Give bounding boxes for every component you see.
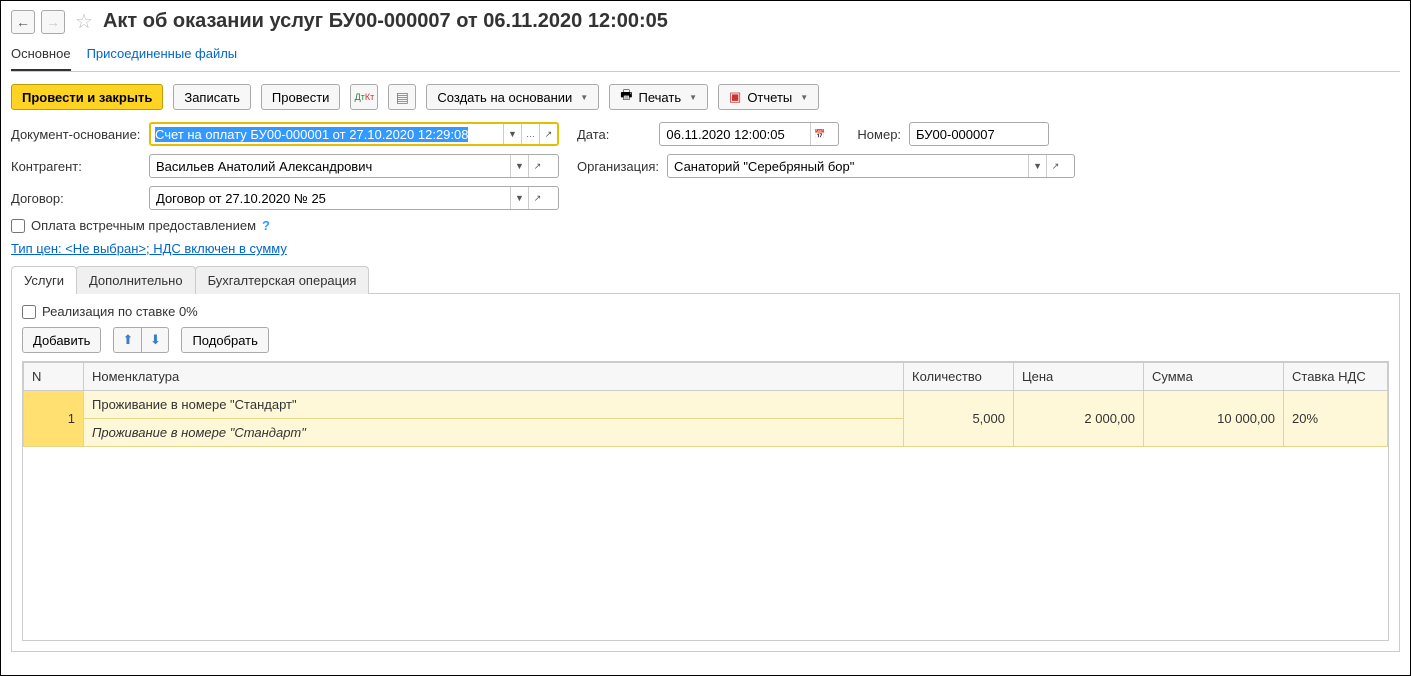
post-and-close-button[interactable]: Провести и закрыть	[11, 84, 163, 110]
cell-nomenclature-sub: Проживание в номере "Стандарт"	[84, 419, 904, 447]
open-icon[interactable]: ↗	[528, 155, 546, 177]
dropdown-icon[interactable]: ▼	[1028, 155, 1046, 177]
tab-main[interactable]: Основное	[11, 40, 71, 71]
zero-rate-checkbox[interactable]	[22, 305, 36, 319]
tab-attached-files[interactable]: Присоединенные файлы	[87, 40, 238, 71]
tab-additional[interactable]: Дополнительно	[76, 266, 196, 294]
post-button[interactable]: Провести	[261, 84, 341, 110]
cell-price: 2 000,00	[1014, 391, 1144, 447]
printer-icon: 🖶	[620, 86, 632, 108]
create-based-button[interactable]: Создать на основании ▼	[426, 84, 599, 110]
label-basis: Документ-основание:	[11, 127, 141, 142]
chart-icon: ▣	[729, 89, 741, 105]
cell-vat-rate: 20%	[1284, 391, 1388, 447]
move-up-button[interactable]: ⬆	[113, 327, 141, 353]
favorite-star-icon[interactable]: ☆	[75, 9, 93, 34]
dropdown-icon[interactable]: ▼	[510, 187, 528, 209]
dropdown-icon[interactable]: ▼	[510, 155, 528, 177]
ellipsis-icon[interactable]: …	[521, 124, 539, 144]
col-n: N	[24, 363, 84, 391]
table-row[interactable]: 1 Проживание в номере "Стандарт" 5,000 2…	[24, 391, 1388, 419]
reports-button[interactable]: ▣ Отчеты ▼	[718, 84, 819, 110]
tab-accounting[interactable]: Бухгалтерская операция	[195, 266, 370, 294]
zero-rate-label: Реализация по ставке 0%	[42, 304, 198, 319]
label-date: Дата:	[577, 127, 609, 142]
register-icon[interactable]: ▤	[388, 84, 416, 110]
cell-sum: 10 000,00	[1144, 391, 1284, 447]
price-type-link[interactable]: Тип цен: <Не выбран>; НДС включен в сумм…	[11, 241, 287, 256]
organization-input[interactable]	[668, 155, 1028, 177]
label-counterparty: Контрагент:	[11, 159, 141, 174]
reports-label: Отчеты	[747, 90, 792, 105]
label-number: Номер:	[857, 127, 901, 142]
nav-back-button[interactable]: ←	[11, 10, 35, 34]
chevron-down-icon: ▼	[800, 93, 808, 102]
print-label: Печать	[639, 90, 682, 105]
counterparty-input[interactable]	[150, 155, 510, 177]
chevron-down-icon: ▼	[689, 93, 697, 102]
write-button[interactable]: Записать	[173, 84, 251, 110]
arrow-up-icon: ⬆	[123, 332, 134, 348]
label-contract: Договор:	[11, 191, 141, 206]
col-sum: Сумма	[1144, 363, 1284, 391]
label-organization: Организация:	[577, 159, 659, 174]
move-down-button[interactable]: ⬇	[141, 327, 169, 353]
col-vat-rate: Ставка НДС	[1284, 363, 1388, 391]
help-icon[interactable]: ?	[262, 218, 270, 233]
pick-button[interactable]: Подобрать	[181, 327, 268, 353]
col-price: Цена	[1014, 363, 1144, 391]
add-row-button[interactable]: Добавить	[22, 327, 101, 353]
date-input[interactable]	[660, 123, 810, 145]
dt-kt-icon[interactable]: ДтКт	[350, 84, 378, 110]
tab-services[interactable]: Услуги	[11, 266, 77, 294]
chevron-down-icon: ▼	[580, 93, 588, 102]
cell-nomenclature: Проживание в номере "Стандарт"	[84, 391, 904, 419]
col-nomenclature: Номенклатура	[84, 363, 904, 391]
cell-n: 1	[24, 391, 84, 447]
counter-payment-checkbox[interactable]	[11, 219, 25, 233]
open-icon[interactable]: ↗	[528, 187, 546, 209]
dropdown-icon[interactable]: ▼	[503, 124, 521, 144]
counter-payment-label: Оплата встречным предоставлением	[31, 218, 256, 233]
contract-input[interactable]	[150, 187, 510, 209]
arrow-down-icon: ⬇	[150, 332, 161, 348]
create-based-label: Создать на основании	[437, 90, 572, 105]
open-icon[interactable]: ↗	[1046, 155, 1064, 177]
print-button[interactable]: 🖶 Печать ▼	[609, 84, 708, 110]
open-icon[interactable]: ↗	[539, 124, 557, 144]
number-input[interactable]	[910, 123, 1048, 145]
col-quantity: Количество	[904, 363, 1014, 391]
page-title: Акт об оказании услуг БУ00-000007 от 06.…	[103, 10, 668, 33]
basis-value: Счет на оплату БУ00-000001 от 27.10.2020…	[155, 127, 468, 142]
cell-qty: 5,000	[904, 391, 1014, 447]
nav-forward-button[interactable]: →	[41, 10, 65, 34]
calendar-icon[interactable]: 📅	[810, 123, 828, 145]
